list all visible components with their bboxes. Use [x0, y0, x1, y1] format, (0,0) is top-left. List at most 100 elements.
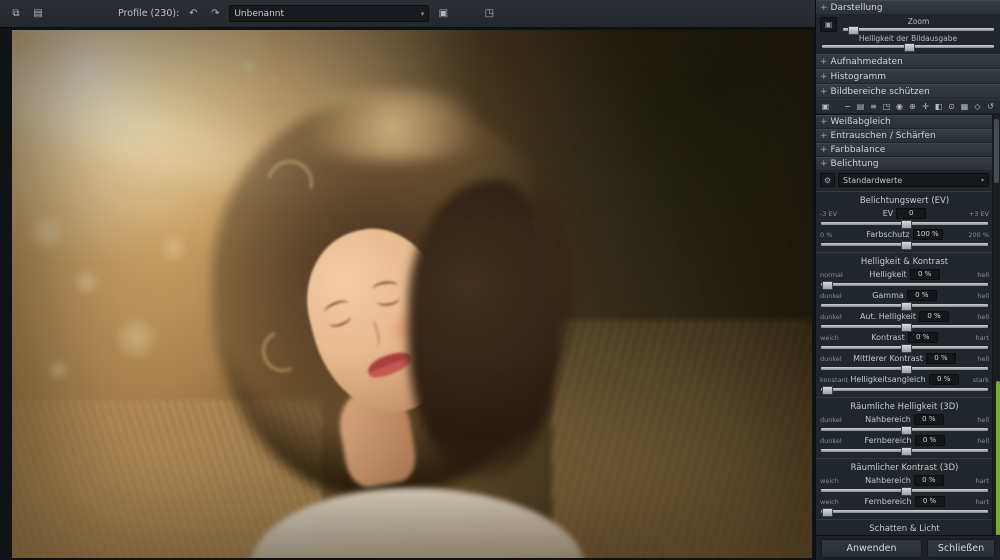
reset-icon[interactable]: ↺ [985, 102, 996, 111]
expand-icon: + [820, 159, 828, 169]
grid-icon[interactable]: ▦ [959, 102, 970, 111]
slider-fernbereich[interactable]: weichhartFernbereich0 % [819, 496, 990, 517]
slider-value-field[interactable]: 0 % [915, 496, 945, 507]
slider-helligkeit[interactable]: normalhellHelligkeit0 % [819, 269, 990, 290]
slider-nahbereich[interactable]: dunkelhellNahbereich0 % [819, 414, 990, 435]
gear-icon[interactable]: ⚙ [820, 173, 835, 187]
slider-kontrast[interactable]: weichhartKontrast0 % [819, 332, 990, 353]
photo-canvas[interactable] [12, 30, 812, 558]
paste-settings-icon[interactable]: ▤ [30, 6, 46, 21]
slider-value-field[interactable]: 0 % [907, 290, 937, 301]
slider-track[interactable] [821, 489, 988, 492]
slider-handle[interactable] [822, 386, 833, 395]
slider-value-field[interactable]: 0 % [908, 332, 938, 343]
list-icon[interactable]: ≡ [868, 102, 879, 111]
slider-value-field[interactable]: 0 % [914, 475, 944, 486]
section-header-protect-areas[interactable]: + Bildbereiche schützen [816, 84, 1000, 99]
slider-handle[interactable] [901, 302, 912, 311]
preset-dropdown[interactable]: Standardwerte▾ [838, 173, 989, 187]
profile-preset-dropdown[interactable]: Unbenannt ▾ [229, 5, 429, 22]
apply-button[interactable]: Anwenden [821, 539, 922, 558]
slider-gamma[interactable]: dunkelhellGamma0 % [819, 290, 990, 311]
slider-fernbereich[interactable]: dunkelhellFernbereich0 % [819, 435, 990, 456]
slider-handle[interactable] [901, 447, 912, 456]
slider-handle[interactable] [904, 43, 915, 52]
slider-handle[interactable] [901, 220, 912, 229]
slider-handle[interactable] [901, 426, 912, 435]
slider-nahbereich[interactable]: weichhartNahbereich0 % [819, 475, 990, 496]
pin-icon[interactable]: ◉ [894, 102, 905, 111]
scrollbar-thumb[interactable] [994, 119, 999, 183]
save-profile-icon[interactable]: ▣ [435, 6, 451, 21]
slider-track[interactable] [821, 243, 988, 246]
section-header-capture-data[interactable]: + Aufnahmedaten [816, 54, 1000, 69]
mask-icon[interactable]: ◧ [933, 102, 944, 111]
slider-track[interactable] [821, 510, 988, 513]
slider-value-field[interactable]: 0 [896, 208, 926, 219]
slider-track[interactable] [822, 45, 994, 48]
zoom-slider[interactable]: Zoom [841, 17, 996, 34]
slider-value-field[interactable]: 0 % [919, 311, 949, 322]
slider-track[interactable] [821, 388, 988, 391]
panel-view-icon[interactable]: ▣ [820, 102, 831, 111]
slider-value-field[interactable]: 0 % [914, 414, 944, 425]
module-label: Weißabgleich [831, 117, 891, 127]
slider-track[interactable] [821, 283, 988, 286]
slider-handle[interactable] [822, 508, 833, 517]
slider-track[interactable] [821, 346, 988, 349]
close-button[interactable]: Schließen [927, 539, 995, 558]
profile-preset-value: Unbenannt [234, 9, 284, 19]
output-brightness-slider[interactable]: Helligkeit der Bildausgabe [820, 34, 996, 51]
sliders-icon[interactable]: ▤ [855, 102, 866, 111]
gradient-icon[interactable]: ◇ [972, 102, 983, 111]
module-label: Belichtung [831, 159, 879, 169]
brush-icon[interactable]: ✛ [920, 102, 931, 111]
slider-mittlerer-kontrast[interactable]: dunkelhellMittlerer Kontrast0 % [819, 353, 990, 374]
slider-handle[interactable] [822, 281, 833, 290]
target-icon[interactable]: ⊕ [907, 102, 918, 111]
redo-icon[interactable]: ↷ [207, 6, 223, 21]
slider-ev[interactable]: -3 EV+3 EVEV0 [819, 208, 990, 229]
picker-icon[interactable]: ⊙ [946, 102, 957, 111]
slider-track[interactable] [843, 28, 994, 31]
slider-track[interactable] [821, 304, 988, 307]
section-header-histogram[interactable]: + Histogramm [816, 69, 1000, 84]
slider-helligkeitsangleich[interactable]: konstantstarkHelligkeitsangleich0 % [819, 374, 990, 395]
slider-track[interactable] [821, 325, 988, 328]
chevron-down-icon: ▾ [981, 177, 984, 184]
collapse-all-icon[interactable]: − [842, 102, 853, 111]
slider-value-field[interactable]: 0 % [929, 374, 959, 385]
module-header-wei-abgleich[interactable]: +Weißabgleich [816, 115, 993, 129]
module-header-farbbalance[interactable]: +Farbbalance [816, 143, 993, 157]
snapshot-icon[interactable]: ◳ [881, 102, 892, 111]
module-header-entrauschen-sch-rfen[interactable]: +Entrauschen / Schärfen [816, 129, 993, 143]
slider-track[interactable] [821, 428, 988, 431]
slider-value-field[interactable]: 0 % [915, 435, 945, 446]
slider-value-field[interactable]: 100 % [913, 229, 943, 240]
slider-handle[interactable] [901, 323, 912, 332]
slider-handle[interactable] [901, 344, 912, 353]
expand-icon: + [820, 3, 828, 13]
slider-farbschutz[interactable]: 0 %200 %Farbschutz100 % [819, 229, 990, 250]
slider-handle[interactable] [901, 241, 912, 250]
slider-handle[interactable] [901, 487, 912, 496]
slider-caption: Kontrast0 % [819, 332, 990, 343]
module-header-belichtung[interactable]: +Belichtung [816, 157, 993, 171]
slider-track[interactable] [821, 449, 988, 452]
slider-caption: Nahbereich0 % [819, 475, 990, 486]
preview-thumbnail-icon[interactable]: ▣ [820, 17, 837, 32]
copy-settings-icon[interactable]: ⧉ [8, 6, 24, 21]
slider-aut-helligkeit[interactable]: dunkelhellAut. Helligkeit0 % [819, 311, 990, 332]
group-title: Räumliche Helligkeit (3D) [816, 399, 993, 414]
slider-label: Mittlerer Kontrast [853, 354, 923, 363]
slider-value-field[interactable]: 0 % [926, 353, 956, 364]
undo-icon[interactable]: ↶ [185, 6, 201, 21]
external-window-icon[interactable]: ◳ [481, 6, 497, 21]
slider-track[interactable] [821, 222, 988, 225]
display-section-body: ▣ Zoom Helligkeit der Bildausgabe [816, 15, 1000, 54]
slider-track[interactable] [821, 367, 988, 370]
slider-caption: Aut. Helligkeit0 % [819, 311, 990, 322]
slider-value-field[interactable]: 0 % [910, 269, 940, 280]
section-header-display[interactable]: + Darstellung [816, 0, 1000, 15]
slider-handle[interactable] [901, 365, 912, 374]
